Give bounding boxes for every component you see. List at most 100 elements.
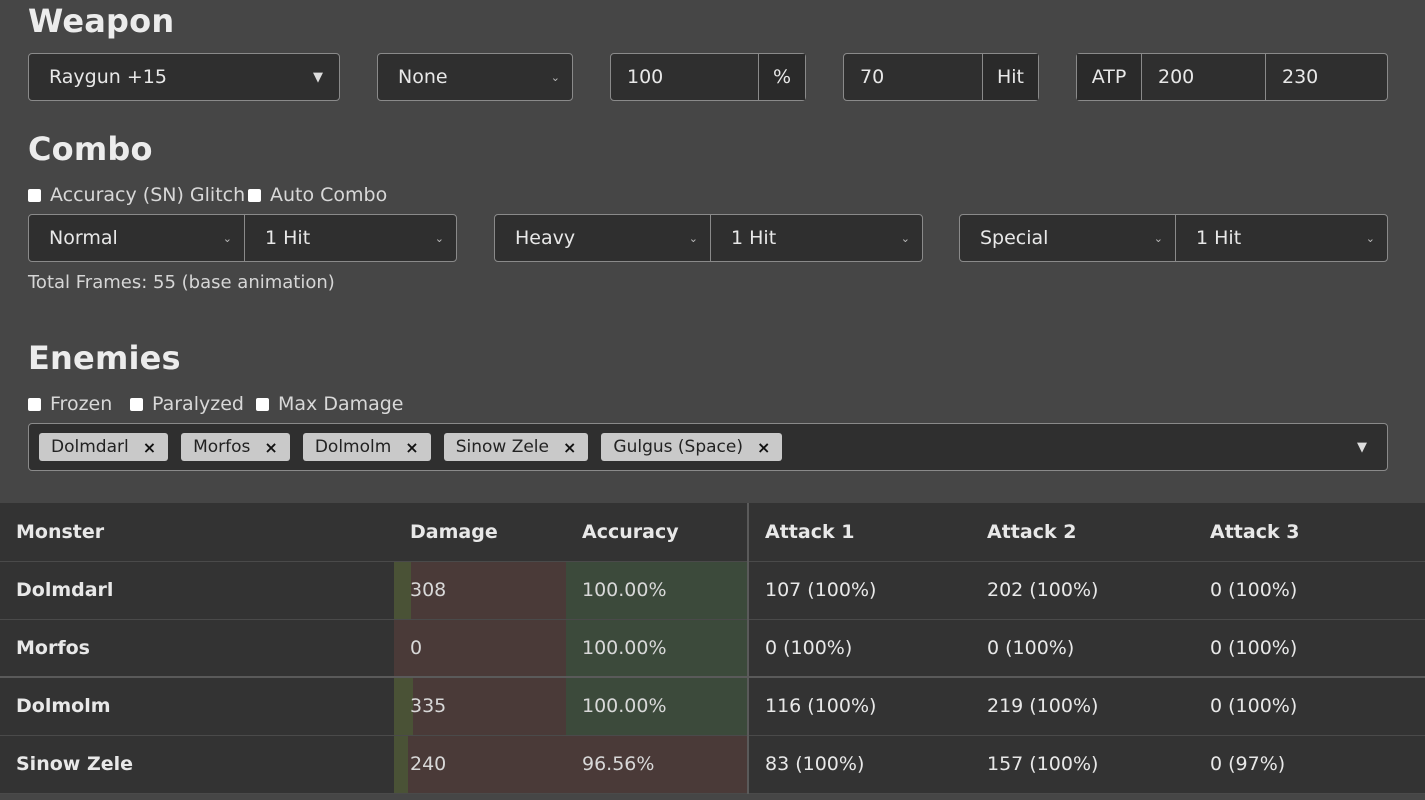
- atp-min-input[interactable]: 200: [1141, 54, 1265, 100]
- atp-max-input[interactable]: 230: [1265, 54, 1387, 100]
- attack-1-cell: 0 (100%): [747, 619, 971, 678]
- remove-tag-icon[interactable]: ×: [143, 438, 156, 457]
- enemy-tag-label: Morfos: [193, 437, 251, 457]
- percent-input-group: 100 %: [610, 53, 806, 101]
- checkbox-box[interactable]: [28, 188, 41, 202]
- damage-cell: 308: [394, 561, 566, 620]
- attack-3-cell: 0 (100%): [1194, 561, 1425, 620]
- enemy-tag-label: Dolmdarl: [51, 437, 129, 457]
- damage-cell: 335: [394, 676, 566, 736]
- attack-2-type-select[interactable]: Heavy ⌄: [495, 215, 710, 261]
- column-header-damage[interactable]: Damage: [394, 503, 566, 562]
- checkbox-label: Accuracy (SN) Glitch: [50, 184, 246, 206]
- monster-cell: Dolmdarl: [0, 561, 394, 620]
- damage-value: 335: [410, 695, 447, 718]
- accuracy-cell: 100.00%: [566, 619, 748, 678]
- enemy-multiselect[interactable]: Dolmdarl × Morfos × Dolmolm × Sinow Zele…: [28, 423, 1388, 471]
- checkbox-label: Paralyzed: [152, 393, 244, 415]
- enemy-tag: Dolmolm ×: [302, 433, 431, 461]
- damage-cell: 0: [394, 619, 566, 678]
- total-frames-note: Total Frames: 55 (base animation): [28, 272, 335, 293]
- enemy-tag-label: Dolmolm: [314, 437, 392, 457]
- chevron-down-icon: ⌄: [550, 70, 560, 84]
- attack-1-cell: 116 (100%): [747, 676, 971, 736]
- accuracy-cell: 96.56%: [566, 735, 748, 794]
- chevron-down-icon: ⌄: [1365, 231, 1375, 245]
- frozen-checkbox[interactable]: Frozen: [28, 393, 112, 415]
- auto-combo-checkbox[interactable]: Auto Combo: [248, 184, 387, 206]
- column-header-attack-1[interactable]: Attack 1: [747, 503, 971, 562]
- select-value: Normal: [49, 227, 118, 249]
- checkbox-box[interactable]: [130, 397, 143, 411]
- paralyzed-checkbox[interactable]: Paralyzed: [130, 393, 244, 415]
- attack-2-cell: 202 (100%): [971, 561, 1194, 620]
- atp-input-group: ATP 200 230: [1076, 53, 1388, 101]
- table-row: Sinow Zele 240 96.56% 83 (100%) 157 (100…: [0, 735, 1425, 794]
- remove-tag-icon[interactable]: ×: [563, 438, 576, 457]
- attack-3-cell: 0 (97%): [1194, 735, 1425, 794]
- checkbox-box[interactable]: [28, 397, 41, 411]
- checkbox-label: Max Damage: [278, 393, 404, 415]
- monster-cell: Morfos: [0, 619, 394, 678]
- attack-2-group: Heavy ⌄ 1 Hit ⌄: [494, 214, 923, 262]
- attack-2-hits-select[interactable]: 1 Hit ⌄: [710, 215, 922, 261]
- enemy-tag: Dolmdarl ×: [39, 433, 169, 461]
- column-header-attack-3[interactable]: Attack 3: [1194, 503, 1425, 562]
- remove-tag-icon[interactable]: ×: [264, 438, 277, 457]
- dropdown-caret-icon: ▼: [313, 69, 323, 85]
- monster-cell: Sinow Zele: [0, 735, 394, 794]
- enemy-tag: Morfos ×: [181, 433, 290, 461]
- select-value: 1 Hit: [265, 227, 311, 249]
- accuracy-glitch-checkbox[interactable]: Accuracy (SN) Glitch: [28, 184, 245, 206]
- accuracy-cell: 100.00%: [566, 676, 748, 736]
- enemy-tag: Gulgus (Space) ×: [601, 433, 783, 461]
- checkbox-label: Frozen: [50, 393, 113, 415]
- chevron-down-icon: ⌄: [1153, 231, 1163, 245]
- damage-cell: 240: [394, 735, 566, 794]
- column-header-monster[interactable]: Monster: [0, 503, 394, 562]
- checkbox-box[interactable]: [248, 188, 261, 202]
- attack-1-cell: 107 (100%): [747, 561, 971, 620]
- attack-3-group: Special ⌄ 1 Hit ⌄: [959, 214, 1388, 262]
- attack-1-hits-select[interactable]: 1 Hit ⌄: [244, 215, 456, 261]
- remove-tag-icon[interactable]: ×: [405, 438, 418, 457]
- attack-1-type-select[interactable]: Normal ⌄: [29, 215, 244, 261]
- attack-3-type-select[interactable]: Special ⌄: [960, 215, 1175, 261]
- damage-bar: [394, 735, 408, 793]
- percent-input[interactable]: 100: [611, 54, 758, 100]
- remove-tag-icon[interactable]: ×: [757, 438, 770, 457]
- select-value: Special: [980, 227, 1049, 249]
- hit-input[interactable]: 70: [844, 54, 982, 100]
- checkbox-box[interactable]: [256, 397, 269, 411]
- weapon-select[interactable]: Raygun +15 ▼: [28, 53, 340, 101]
- enemy-tag: Sinow Zele ×: [443, 433, 589, 461]
- attack-2-cell: 0 (100%): [971, 619, 1194, 678]
- special-select-value: None: [398, 66, 448, 88]
- special-select[interactable]: None ⌄: [377, 53, 573, 101]
- table-row: Dolmolm 335 100.00% 116 (100%) 219 (100%…: [0, 676, 1425, 736]
- attack-3-hits-select[interactable]: 1 Hit ⌄: [1175, 215, 1387, 261]
- table-row: Dolmdarl 308 100.00% 107 (100%) 202 (100…: [0, 561, 1425, 620]
- damage-value: 0: [410, 636, 423, 659]
- monster-cell: Dolmolm: [0, 676, 394, 736]
- damage-bar: [394, 561, 412, 619]
- damage-value: 308: [410, 579, 447, 601]
- chevron-down-icon: ⌄: [900, 231, 910, 245]
- hit-input-group: 70 Hit: [843, 53, 1039, 101]
- hit-addon: Hit: [982, 54, 1038, 100]
- attack-1-cell: 83 (100%): [747, 735, 971, 794]
- checkbox-label: Auto Combo: [270, 184, 388, 206]
- attack-2-cell: 157 (100%): [971, 735, 1194, 794]
- dropdown-caret-icon[interactable]: ▼: [1357, 440, 1367, 455]
- enemy-tag-label: Gulgus (Space): [613, 437, 743, 457]
- weapon-heading: Weapon: [28, 2, 175, 40]
- atp-addon: ATP: [1077, 54, 1141, 100]
- max-damage-checkbox[interactable]: Max Damage: [256, 393, 404, 415]
- weapon-select-value: Raygun +15: [49, 66, 167, 88]
- results-table: Monster Damage Accuracy Attack 1 Attack …: [0, 503, 1425, 794]
- table-row: Morfos 0 100.00% 0 (100%) 0 (100%) 0 (10…: [0, 619, 1425, 678]
- percent-addon: %: [758, 54, 805, 100]
- enemy-tag-label: Sinow Zele: [455, 437, 549, 457]
- column-header-attack-2[interactable]: Attack 2: [971, 503, 1194, 562]
- column-header-accuracy[interactable]: Accuracy: [566, 503, 748, 562]
